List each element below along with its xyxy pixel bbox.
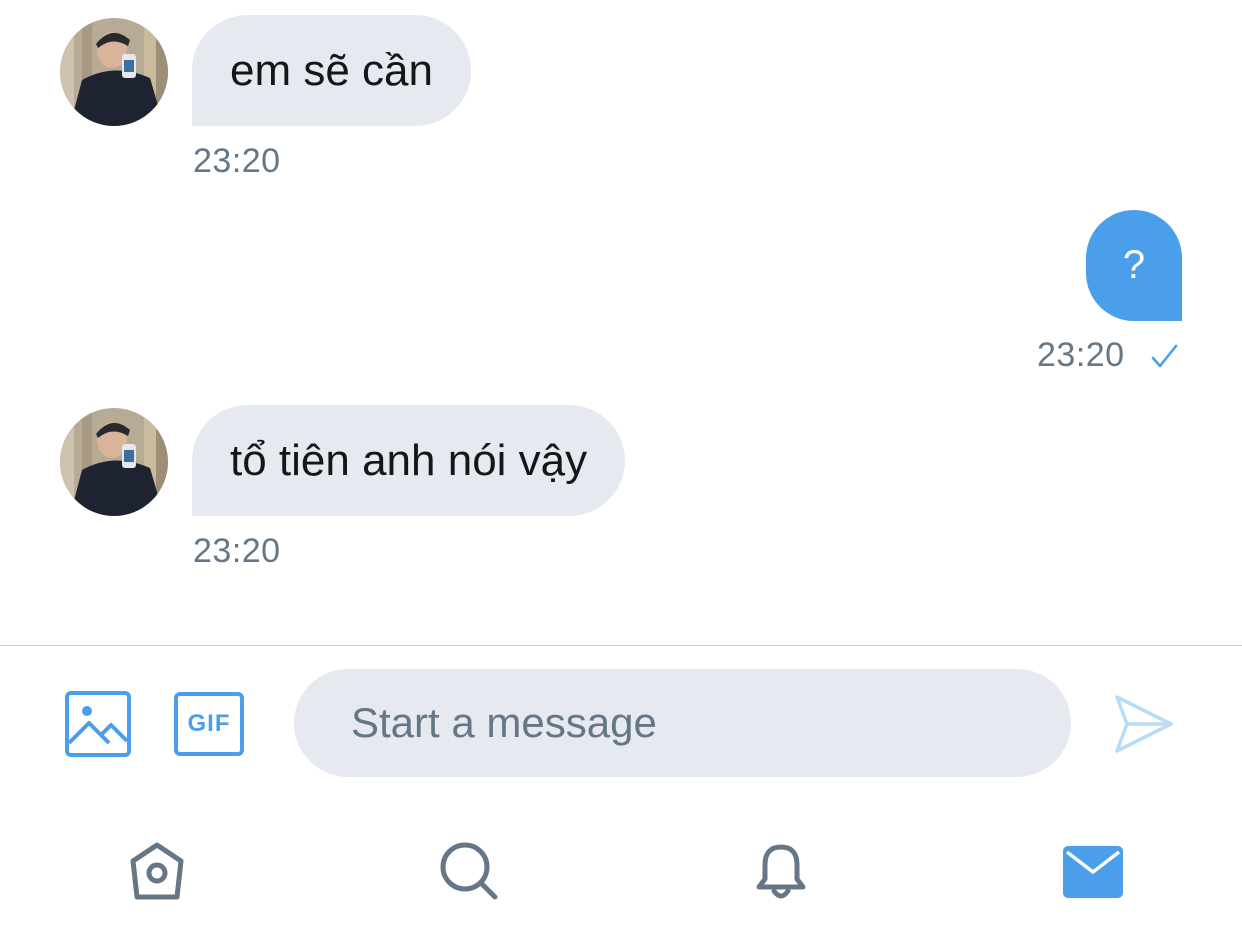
checkmark-icon: [1147, 340, 1181, 374]
bell-icon[interactable]: [748, 838, 814, 904]
search-icon[interactable]: [436, 838, 502, 904]
message-bubble-incoming[interactable]: tổ tiên anh nói vậy: [192, 405, 626, 516]
image-icon[interactable]: [64, 690, 132, 758]
sender-avatar[interactable]: [60, 18, 168, 126]
message-bubble-outgoing[interactable]: ?: [1086, 210, 1182, 321]
message-bubble-incoming[interactable]: em sẽ cần: [192, 15, 471, 126]
message-timestamp: 23:20: [1037, 336, 1125, 374]
composer-divider: [0, 645, 1242, 646]
gif-label: GIF: [187, 710, 231, 737]
message-timestamp: 23:20: [193, 142, 281, 180]
message-timestamp: 23:20: [193, 532, 281, 570]
message-input-container[interactable]: [294, 669, 1071, 777]
mail-icon[interactable]: [1060, 840, 1126, 902]
message-input[interactable]: [349, 698, 1071, 748]
sender-avatar[interactable]: [60, 408, 168, 516]
message-text: em sẽ cần: [230, 45, 433, 95]
gif-button[interactable]: GIF: [174, 692, 244, 756]
message-text: ?: [1122, 243, 1146, 287]
dm-conversation-screen: em sẽ cần 23:20 ? 23:20 tổ tiên anh nói …: [0, 0, 1242, 948]
send-icon[interactable]: [1112, 692, 1176, 756]
home-icon[interactable]: [124, 838, 190, 904]
message-text: tổ tiên anh nói vậy: [230, 435, 588, 485]
